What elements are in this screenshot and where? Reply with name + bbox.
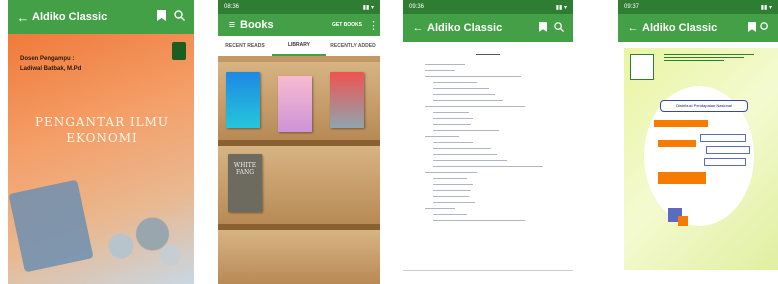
menu-icon[interactable]: ≡ — [224, 19, 240, 31]
back-arrow-icon[interactable]: ← — [624, 22, 642, 34]
library-screen: 08:36 ▮▮ ▾ ≡ Books GET BOOKS ⋮ RECENT RE… — [218, 0, 380, 284]
app-bar: ← Aldiko Classic — [618, 14, 778, 42]
app-title: Aldiko Classic — [642, 22, 718, 34]
overflow-menu-icon[interactable]: ⋮ — [368, 19, 379, 32]
book-cover-white-fang[interactable]: WHITE FANG — [228, 154, 262, 212]
diagram-box — [706, 146, 750, 154]
toc-heading — [417, 54, 559, 55]
get-books-button[interactable]: GET BOOKS — [332, 22, 362, 28]
bookmark-icon[interactable] — [744, 21, 760, 35]
book-cover-3[interactable] — [330, 72, 364, 128]
app-title: Aldiko Classic — [32, 11, 108, 23]
bookmark-icon[interactable] — [152, 10, 170, 24]
bookshelf-row: WHITE FANG — [218, 146, 380, 230]
university-logo — [172, 42, 186, 60]
status-time: 09:36 — [409, 4, 425, 10]
book-page: Distribusi Pendapatan Nasional — [624, 48, 778, 270]
reader-screen-cover: ← Aldiko Classic Dosen Pengampu : Ladiwa… — [8, 0, 194, 284]
diagram-box — [654, 120, 708, 127]
page-header — [664, 52, 754, 63]
toc-line — [417, 217, 559, 223]
cover-title-line2: EKONOMI — [66, 131, 138, 145]
tab-recent-reads[interactable]: RECENT READS — [218, 36, 272, 56]
status-bar: 09:36 ▮▮ ▾ — [403, 0, 573, 14]
status-icons: ▮▮ ▾ — [555, 4, 567, 11]
app-title: Aldiko Classic — [427, 22, 503, 34]
search-icon[interactable] — [170, 10, 188, 24]
cover-title-line1: PENGANTAR ILMU — [34, 115, 170, 129]
author-label: Dosen Pengampu : — [20, 56, 75, 62]
bookshelf-row — [218, 62, 380, 146]
tab-library[interactable]: LIBRARY — [272, 36, 326, 56]
app-title: Books — [240, 19, 274, 31]
status-bar: 09:37 ▮▮ ▾ — [618, 0, 778, 14]
decor-squares — [678, 216, 688, 226]
diagram-box — [658, 140, 696, 147]
tab-bar: RECENT READS LIBRARY RECENTLY ADDED — [218, 36, 380, 56]
app-bar: ← Aldiko Classic — [403, 14, 573, 42]
app-bar: ≡ Books GET BOOKS ⋮ — [218, 14, 380, 36]
bookshelf-row — [218, 230, 380, 284]
toc-page — [417, 54, 559, 223]
cover-author: Dosen Pengampu : Ladiwal Batbak, M.Pd — [20, 54, 81, 74]
app-bar: ← Aldiko Classic — [8, 0, 194, 34]
diagram-box — [704, 158, 746, 166]
diagram-box — [658, 172, 706, 184]
book-title: WHITE FANG — [233, 162, 257, 176]
book-cover: Dosen Pengampu : Ladiwal Batbak, M.Pd PE… — [8, 34, 194, 284]
search-icon[interactable] — [551, 21, 567, 35]
diagram-page-screen: 09:37 ▮▮ ▾ ← Aldiko Classic Distribusi P… — [618, 0, 778, 270]
status-icons: ▮▮ ▾ — [362, 4, 374, 11]
cover-title: PENGANTAR ILMU EKONOMI — [22, 114, 182, 146]
coins-image — [94, 210, 184, 270]
book-cover-2[interactable] — [278, 76, 312, 132]
status-icons: ▮▮ ▾ — [760, 4, 772, 11]
table-of-contents-screen: 09:36 ▮▮ ▾ ← Aldiko Classic — [403, 0, 573, 271]
diagram-box — [700, 134, 746, 142]
book-cover-1[interactable] — [226, 72, 260, 128]
author-name: Ladiwal Batbak, M.Pd — [20, 66, 82, 72]
status-bar: 08:36 ▮▮ ▾ — [218, 0, 380, 14]
calculator-image — [8, 179, 94, 273]
status-time: 08:36 — [224, 4, 240, 10]
diagram-title: Distribusi Pendapatan Nasional — [660, 100, 748, 112]
back-arrow-icon[interactable]: ← — [14, 10, 32, 25]
university-logo — [630, 54, 654, 80]
bookmark-icon[interactable] — [535, 21, 551, 35]
tab-recently-added[interactable]: RECENTLY ADDED — [326, 36, 380, 56]
search-icon[interactable] — [760, 21, 772, 35]
back-arrow-icon[interactable]: ← — [409, 22, 427, 34]
status-time: 09:37 — [624, 4, 640, 10]
